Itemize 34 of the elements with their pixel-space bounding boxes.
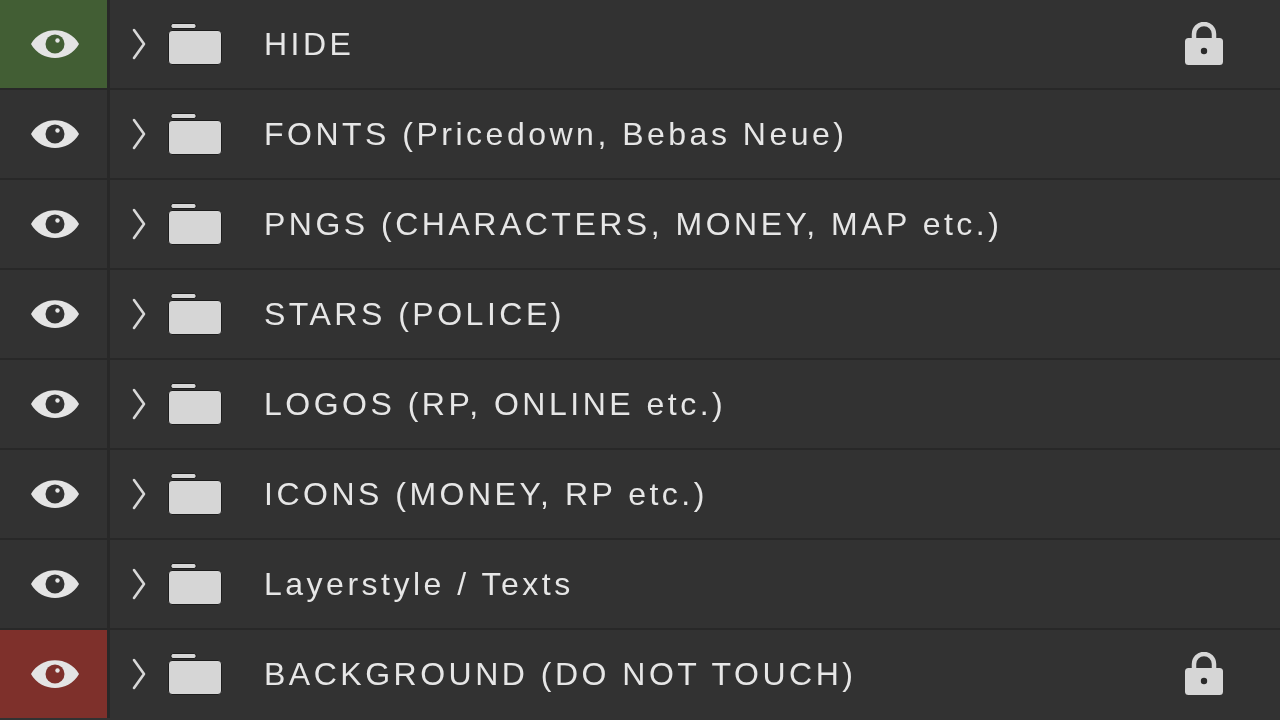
layer-row[interactable]: Layerstyle / Texts: [0, 538, 1280, 628]
chevron-icon[interactable]: [132, 118, 146, 150]
folder-icon: [168, 203, 222, 245]
folder-icon: [168, 473, 222, 515]
chevron-icon[interactable]: [132, 28, 146, 60]
layer-name: PNGS (CHARACTERS, MONEY, MAP etc.): [264, 205, 1004, 243]
folder-icon: [168, 563, 222, 605]
layer-name: HIDE: [264, 25, 356, 63]
layer-name: Layerstyle / Texts: [264, 565, 575, 603]
chevron-icon[interactable]: [132, 298, 146, 330]
chevron-icon[interactable]: [132, 568, 146, 600]
chevron-icon[interactable]: [132, 388, 146, 420]
folder-icon: [168, 23, 222, 65]
layer-name: STARS (POLICE): [264, 295, 566, 333]
chevron-icon[interactable]: [132, 208, 146, 240]
folder-icon: [168, 653, 222, 695]
chevron-icon[interactable]: [132, 478, 146, 510]
layer-name: ICONS (MONEY, RP etc.): [264, 475, 709, 513]
layer-row[interactable]: STARS (POLICE): [0, 268, 1280, 358]
chevron-icon[interactable]: [132, 658, 146, 690]
layer-row[interactable]: ICONS (MONEY, RP etc.): [0, 448, 1280, 538]
folder-icon: [168, 113, 222, 155]
folder-icon: [168, 383, 222, 425]
layer-name: LOGOS (RP, ONLINE etc.): [264, 385, 728, 423]
layer-row[interactable]: LOGOS (RP, ONLINE etc.): [0, 358, 1280, 448]
visibility-toggle[interactable]: [0, 630, 110, 718]
folder-icon: [168, 293, 222, 335]
layer-name: FONTS (Pricedown, Bebas Neue): [264, 115, 849, 153]
layer-row[interactable]: BACKGROUND (DO NOT TOUCH): [0, 628, 1280, 718]
visibility-toggle[interactable]: [0, 0, 110, 88]
layer-row[interactable]: PNGS (CHARACTERS, MONEY, MAP etc.): [0, 178, 1280, 268]
layer-row[interactable]: HIDE: [0, 0, 1280, 88]
layer-name: BACKGROUND (DO NOT TOUCH): [264, 655, 858, 693]
layer-row[interactable]: FONTS (Pricedown, Bebas Neue): [0, 88, 1280, 178]
